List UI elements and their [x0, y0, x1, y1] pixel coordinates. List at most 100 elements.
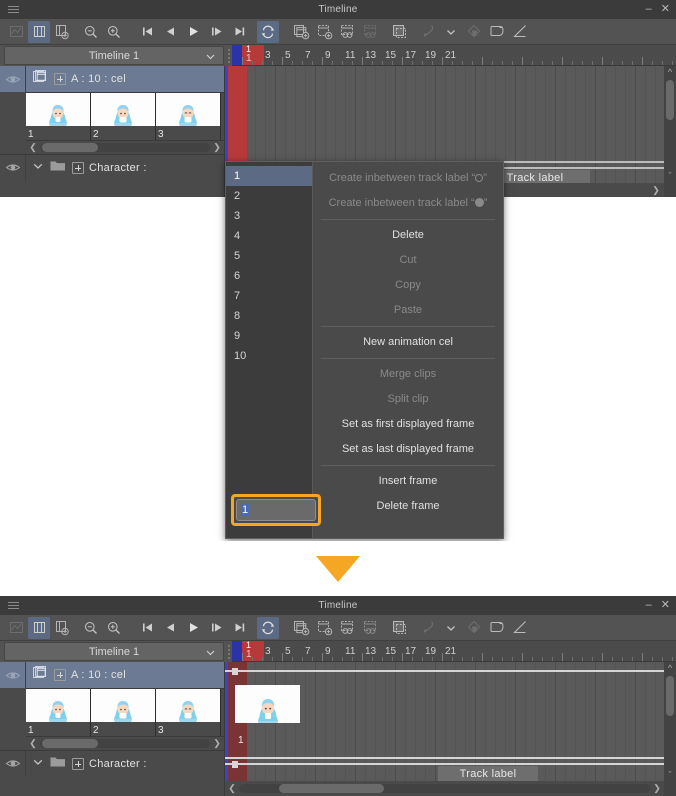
frame-number-list[interactable]: 1 2 3 4 5 6 7 8 9 10	[226, 162, 313, 538]
hamburger-icon[interactable]	[0, 596, 26, 615]
delete-cel-icon[interactable]	[463, 617, 485, 639]
next-frame-icon[interactable]	[205, 21, 227, 43]
chevron-left-icon[interactable]: ❮	[225, 783, 239, 794]
plus-box-icon[interactable]	[54, 669, 66, 681]
scroll-up-icon[interactable]: ^	[664, 662, 676, 674]
eye-icon[interactable]	[0, 750, 26, 777]
previous-frame-icon[interactable]	[159, 21, 181, 43]
new-layer-icon[interactable]	[313, 21, 335, 43]
chevron-left-icon[interactable]: ❮	[26, 738, 40, 749]
track-label-button[interactable]: Track label	[438, 766, 538, 782]
go-to-end-icon[interactable]	[228, 21, 250, 43]
scrollbar-trough[interactable]	[40, 739, 210, 748]
cel-strip-scrollbar[interactable]: ❮ ❯	[26, 140, 224, 154]
specify-cels-icon[interactable]	[336, 617, 358, 639]
frame-ruler[interactable]: 1 1 3 5 7 9 11 13 15 17 19 21	[232, 45, 676, 66]
duplicate-cel-icon[interactable]	[359, 617, 381, 639]
menu-item[interactable]: Insert frame	[313, 469, 503, 494]
menu-item[interactable]: Set as last displayed frame	[313, 437, 503, 462]
list-item[interactable]: 1	[26, 93, 91, 140]
plus-box-icon[interactable]	[72, 757, 84, 770]
previous-frame-icon[interactable]	[159, 617, 181, 639]
track-vertical-scrollbar[interactable]: ^ ˇ	[664, 662, 676, 796]
copy-frame-icon[interactable]	[388, 617, 410, 639]
duplicate-cel-icon[interactable]	[359, 21, 381, 43]
menu-item[interactable]: Delete	[313, 223, 503, 248]
sidebar-item-character-folder[interactable]: Character :	[0, 154, 224, 181]
list-item[interactable]: 3	[156, 689, 221, 736]
scrollbar-thumb[interactable]	[42, 739, 98, 748]
chevron-down-icon[interactable]	[32, 159, 44, 177]
frame-number-item[interactable]: 9	[226, 326, 312, 346]
play-icon[interactable]	[182, 21, 204, 43]
sidebar-item-animation-folder[interactable]: A : 10 : cel	[0, 66, 224, 92]
new-animation-cel-icon[interactable]	[290, 21, 312, 43]
frame-ruler[interactable]: 1 1 3 5 7 9 11 13 15 17 19 21	[232, 641, 676, 662]
light-table-icon[interactable]	[486, 21, 508, 43]
new-timeline-icon[interactable]	[51, 21, 73, 43]
go-to-end-icon[interactable]	[228, 617, 250, 639]
zoom-in-icon[interactable]	[103, 617, 125, 639]
frame-number-item[interactable]: 3	[226, 206, 312, 226]
frame-number-item[interactable]: 8	[226, 306, 312, 326]
scrollbar-trough[interactable]	[40, 143, 210, 152]
zoom-out-icon[interactable]	[80, 617, 102, 639]
scrollbar-thumb[interactable]	[279, 784, 384, 793]
chevron-right-icon[interactable]: ❯	[210, 142, 224, 153]
sidebar-item-character-folder[interactable]: Character :	[0, 750, 224, 777]
context-menu-items[interactable]: Create inbetween track label “” Create in…	[313, 162, 503, 538]
zoom-out-icon[interactable]	[80, 21, 102, 43]
playhead-marker[interactable]: 1 1	[242, 45, 264, 65]
enable-timeline-icon[interactable]	[28, 20, 50, 43]
new-layer-icon[interactable]	[313, 617, 335, 639]
hamburger-icon[interactable]	[0, 0, 26, 19]
go-to-start-icon[interactable]	[136, 617, 158, 639]
frame-number-item[interactable]: 6	[226, 266, 312, 286]
timeline-select[interactable]: Timeline 1	[4, 642, 224, 661]
playhead-marker[interactable]: 1 1	[242, 641, 264, 661]
context-menu[interactable]: 1 2 3 4 5 6 7 8 9 10 Create inbetween track label…	[225, 161, 504, 539]
list-item[interactable]: 2	[91, 689, 156, 736]
edit-track-icon[interactable]	[509, 21, 531, 43]
track-vertical-scrollbar[interactable]: ^ ˇ	[664, 66, 676, 197]
cel-thumbnail-large[interactable]	[235, 685, 300, 723]
track-horizontal-scrollbar[interactable]: ❮ ❯	[225, 781, 664, 796]
frame-number-item[interactable]: 4	[226, 226, 312, 246]
scrollbar-trough[interactable]	[239, 784, 650, 793]
eye-icon[interactable]	[0, 66, 26, 92]
scroll-up-icon[interactable]: ^	[664, 66, 676, 78]
chevron-down-icon[interactable]	[440, 617, 462, 639]
specify-cels-icon[interactable]	[336, 21, 358, 43]
eye-icon[interactable]	[0, 154, 26, 181]
list-item[interactable]: 3	[156, 93, 221, 140]
chevron-down-icon[interactable]	[32, 755, 44, 773]
menu-item[interactable]: Set as first displayed frame	[313, 412, 503, 437]
graph-editor-icon[interactable]	[5, 617, 27, 639]
scroll-down-icon[interactable]: ˇ	[664, 770, 676, 780]
next-frame-icon[interactable]	[205, 617, 227, 639]
loop-playback-icon[interactable]	[257, 20, 279, 43]
track-pane[interactable]: 1 Track label ^ ˇ ❮ ❯	[225, 662, 676, 796]
chevron-left-icon[interactable]: ❮	[26, 142, 40, 153]
frame-number-item[interactable]: 5	[226, 246, 312, 266]
chevron-right-icon[interactable]: ❯	[650, 783, 664, 794]
enable-timeline-icon[interactable]	[28, 616, 50, 639]
plus-box-icon[interactable]	[72, 161, 84, 174]
scrollbar-thumb[interactable]	[666, 676, 674, 716]
cel-strip-scrollbar[interactable]: ❮ ❯	[26, 736, 224, 750]
chevron-down-icon[interactable]	[440, 21, 462, 43]
list-item[interactable]: 1	[26, 689, 91, 736]
minimize-icon[interactable]: –	[646, 4, 652, 15]
menu-item[interactable]: Delete frame	[313, 494, 503, 519]
scroll-down-icon[interactable]: ˇ	[664, 171, 676, 181]
onion-skin-icon[interactable]	[417, 617, 439, 639]
frame-number-item[interactable]: 7	[226, 286, 312, 306]
delete-cel-icon[interactable]	[463, 21, 485, 43]
go-to-start-icon[interactable]	[136, 21, 158, 43]
sidebar-item-animation-folder[interactable]: A : 10 : cel	[0, 662, 224, 688]
copy-frame-icon[interactable]	[388, 21, 410, 43]
frame-number-item[interactable]: 1	[226, 166, 312, 186]
scrollbar-thumb[interactable]	[666, 80, 674, 120]
zoom-in-icon[interactable]	[103, 21, 125, 43]
minimize-icon[interactable]: –	[646, 600, 652, 611]
